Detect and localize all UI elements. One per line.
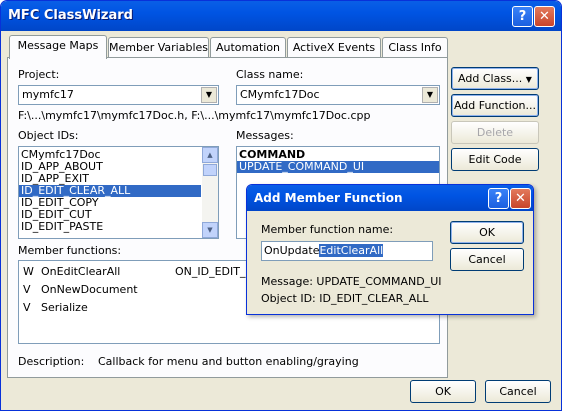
list-item-selected[interactable]: UPDATE_COMMAND_UI — [237, 161, 439, 173]
class-name-combo[interactable]: CMymfc17Doc ▼ — [236, 85, 440, 105]
tab-automation[interactable]: Automation — [210, 37, 286, 59]
window-title: MFC ClassWizard — [8, 8, 133, 23]
edit-code-button[interactable]: Edit Code — [451, 148, 539, 171]
add-class-button[interactable]: Add Class... ▼ — [451, 67, 539, 90]
member-functions-label: Member functions: — [18, 244, 122, 257]
description-label: Description: — [18, 355, 85, 368]
ok-button[interactable]: OK — [410, 380, 476, 403]
help-button[interactable]: ? — [512, 6, 533, 27]
tab-message-maps[interactable]: Message Maps — [9, 35, 107, 59]
add-class-label: Add Class... — [458, 72, 523, 85]
scroll-up-icon[interactable]: ▲ — [202, 147, 218, 163]
tab-activex-events[interactable]: ActiveX Events — [287, 37, 381, 59]
messages-label: Messages: — [236, 129, 294, 142]
object-ids-scrollbar[interactable]: ▲ ▼ — [202, 147, 218, 238]
chevron-down-icon: ▼ — [525, 75, 532, 84]
help-icon: ? — [494, 191, 503, 206]
input-prefix: OnUpdate — [264, 244, 320, 257]
function-name-cell: Serialize — [41, 301, 88, 314]
scroll-down-icon[interactable]: ▼ — [202, 222, 218, 238]
tab-class-info[interactable]: Class Info — [382, 37, 448, 59]
dialog-title-bar[interactable]: Add Member Function ? ✕ — [247, 185, 533, 211]
object-ids-label: Object IDs: — [18, 129, 79, 142]
add-function-button[interactable]: Add Function... — [451, 94, 539, 117]
message-info: Message: UPDATE_COMMAND_UI — [261, 275, 442, 288]
title-bar[interactable]: MFC ClassWizard ? ✕ — [1, 1, 561, 31]
flag-cell: W — [23, 265, 34, 278]
chevron-down-icon[interactable]: ▼ — [201, 87, 217, 103]
project-combo[interactable]: mymfc17 ▼ — [18, 85, 219, 105]
cancel-button[interactable]: Cancel — [485, 380, 551, 403]
dialog-help-button[interactable]: ? — [488, 188, 509, 209]
classwizard-window: MFC ClassWizard ? ✕ Message Maps Member … — [0, 0, 562, 411]
object-id-info: Object ID: ID_EDIT_CLEAR_ALL — [261, 292, 429, 305]
function-name-label: Member function name: — [261, 223, 394, 236]
table-row[interactable]: V Serialize — [23, 301, 253, 317]
input-selected-text: EditClearAll — [319, 244, 384, 257]
project-label: Project: — [18, 68, 60, 81]
scroll-thumb[interactable] — [203, 164, 217, 176]
function-name-cell: OnNewDocument — [41, 283, 138, 296]
object-ids-list[interactable]: CMymfc17Doc ID_APP_ABOUT ID_APP_EXIT ID_… — [18, 146, 219, 239]
tab-member-variables[interactable]: Member Variables — [108, 37, 209, 59]
dialog-close-button[interactable]: ✕ — [510, 188, 531, 209]
file-paths: F:\...\mymfc17\mymfc17Doc.h, F:\...\mymf… — [18, 109, 371, 122]
chevron-down-icon[interactable]: ▼ — [422, 87, 438, 103]
project-value: mymfc17 — [22, 88, 74, 101]
add-member-function-dialog: Add Member Function ? ✕ Member function … — [246, 184, 534, 315]
function-name-cell: OnEditClearAll — [41, 265, 121, 278]
function-name-input[interactable]: OnUpdateEditClearAll — [261, 241, 433, 261]
help-icon: ? — [518, 9, 527, 24]
table-row[interactable]: W OnEditClearAll ON_ID_EDIT_C — [23, 265, 253, 281]
close-icon: ✕ — [515, 191, 526, 206]
class-name-value: CMymfc17Doc — [240, 88, 320, 101]
list-item[interactable]: ID_EDIT_PASTE — [19, 221, 201, 233]
message-id-cell: ON_ID_EDIT_C — [175, 265, 254, 278]
flag-cell: V — [23, 283, 31, 296]
dialog-ok-button[interactable]: OK — [450, 221, 524, 244]
description-text: Callback for menu and button enabling/gr… — [98, 355, 359, 368]
close-button[interactable]: ✕ — [534, 6, 555, 27]
dialog-cancel-button[interactable]: Cancel — [450, 248, 524, 271]
flag-cell: V — [23, 301, 31, 314]
dialog-title: Add Member Function — [254, 191, 403, 205]
close-icon: ✕ — [539, 9, 550, 24]
table-row[interactable]: V OnNewDocument — [23, 283, 253, 299]
class-name-label: Class name: — [236, 68, 304, 81]
delete-function-button[interactable]: Delete Function — [451, 121, 539, 160]
